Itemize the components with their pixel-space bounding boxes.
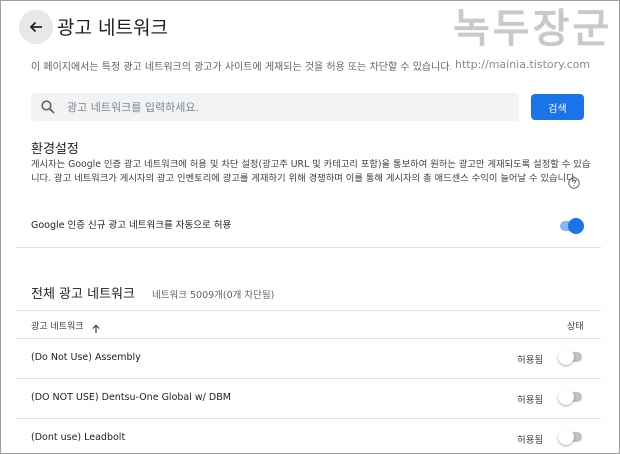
network-status: 허용됨	[517, 435, 544, 446]
network-toggle[interactable]	[558, 389, 584, 405]
divider	[16, 418, 601, 419]
divider	[16, 378, 601, 379]
back-button[interactable]	[19, 10, 53, 44]
network-toggle[interactable]	[558, 429, 584, 445]
column-header-network[interactable]: 광고 네트워크	[31, 319, 84, 332]
networks-title: 전체 광고 네트워크	[31, 287, 135, 302]
help-icon[interactable]	[568, 174, 580, 193]
divider	[16, 247, 601, 248]
network-name: (Do Not Use) Assembly	[31, 352, 141, 363]
network-toggle[interactable]	[558, 349, 584, 365]
network-status: 허용됨	[517, 395, 544, 406]
search-button[interactable]: 검색	[531, 94, 584, 120]
search-icon	[41, 100, 55, 114]
column-header-status: 상태	[567, 322, 584, 332]
search-input[interactable]	[67, 100, 487, 114]
divider	[16, 310, 601, 311]
network-status: 허용됨	[517, 355, 544, 366]
app-window: 광고 네트워크 녹두장군 http://mainia.tistory.com 이…	[0, 0, 620, 454]
page-description: 이 페이지에서는 특정 광고 네트워크의 광고가 사이트에 게재되는 것을 허용…	[31, 62, 451, 73]
search-box	[31, 93, 519, 121]
settings-description: 게시자는 Google 인증 광고 네트워크에 허용 및 차단 설정(광고주 U…	[31, 159, 591, 184]
auto-allow-label: Google 인증 신규 광고 네트워크를 자동으로 허용	[31, 220, 232, 231]
sort-ascending-icon[interactable]	[91, 319, 101, 338]
watermark-url: http://mainia.tistory.com	[455, 58, 591, 71]
network-name: (DO NOT USE) Dentsu-One Global w/ DBM	[31, 392, 231, 403]
auto-allow-toggle[interactable]	[558, 218, 584, 234]
network-name: (Dont use) Leadbolt	[31, 432, 126, 443]
page-title: 광고 네트워크	[57, 17, 168, 39]
settings-title: 환경설정	[31, 142, 79, 157]
divider	[16, 338, 601, 339]
watermark-logo: 녹두장군	[453, 6, 613, 52]
arrow-left-icon	[29, 21, 42, 33]
networks-count: 네트워크 5009개(0개 차단됨)	[152, 290, 275, 301]
